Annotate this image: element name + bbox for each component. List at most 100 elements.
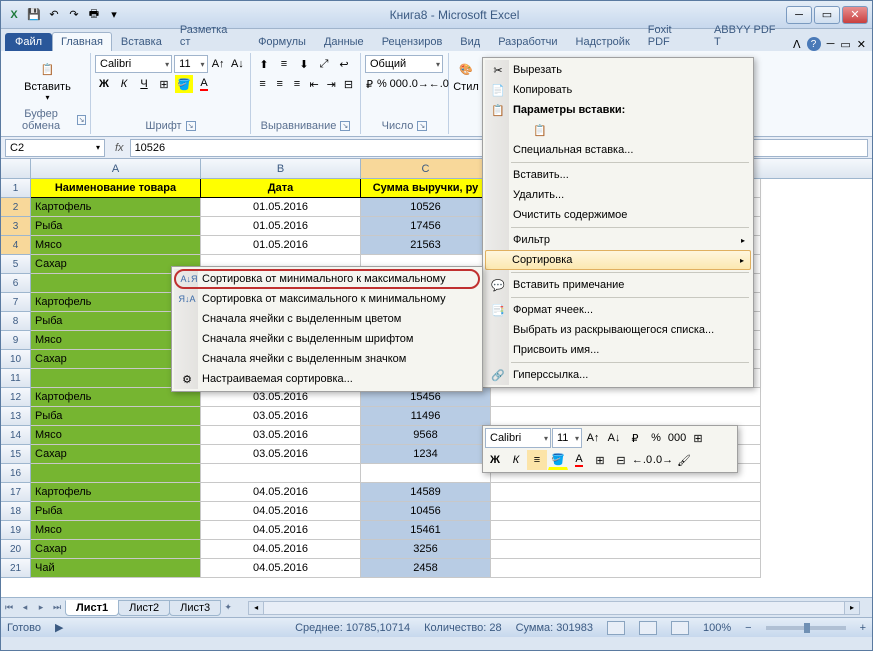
sort-ascending[interactable]: A↓ЯСортировка от минимального к максимал…	[174, 269, 480, 289]
row-header[interactable]: 14	[1, 426, 31, 445]
sheet-nav-first[interactable]: ⏮	[1, 600, 17, 616]
cell[interactable]: Рыба	[31, 502, 201, 521]
doc-close-icon[interactable]: ✕	[857, 38, 866, 51]
paste-button[interactable]: 📋 Вставить ▾	[9, 55, 86, 104]
row-header[interactable]: 19	[1, 521, 31, 540]
currency-icon[interactable]: ₽	[365, 75, 374, 93]
mini-format-icon[interactable]: ⊞	[688, 428, 708, 448]
qat-customize-icon[interactable]: ▾	[105, 6, 123, 24]
cell[interactable]	[491, 388, 761, 407]
sort-by-font-color[interactable]: Сначала ячейки с выделенным шрифтом	[174, 329, 480, 349]
ctx-paste-special[interactable]: Специальная вставка...	[485, 140, 751, 160]
mini-format-painter-icon[interactable]: 🖌	[674, 450, 694, 470]
shrink-font-icon[interactable]: A↓	[229, 55, 246, 73]
mini-currency-icon[interactable]: ₽	[625, 428, 645, 448]
row-header[interactable]: 10	[1, 350, 31, 369]
align-center-icon[interactable]: ≡	[272, 75, 287, 93]
number-format-combo[interactable]: Общий	[365, 55, 443, 73]
excel-icon[interactable]: X	[5, 6, 23, 24]
mini-borders-icon[interactable]: ⊞	[590, 450, 610, 470]
minimize-ribbon-icon[interactable]: ᐱ	[793, 38, 801, 51]
file-tab[interactable]: Файл	[5, 33, 52, 51]
ctx-paste-default[interactable]: 📋	[485, 120, 751, 140]
font-size-combo[interactable]: 11	[174, 55, 207, 73]
status-macro-icon[interactable]: ▶	[55, 621, 63, 634]
header-cell[interactable]: Наименование товара	[31, 179, 201, 198]
cell[interactable]: 1234	[361, 445, 491, 464]
ctx-insert-comment[interactable]: 💬Вставить примечание	[485, 275, 751, 295]
row-header[interactable]: 1	[1, 179, 31, 198]
name-box[interactable]: C2	[5, 139, 105, 157]
font-color-button[interactable]: A	[195, 75, 213, 93]
ctx-copy[interactable]: 📄Копировать	[485, 80, 751, 100]
cell[interactable]: Картофель	[31, 198, 201, 217]
tab-foxit[interactable]: Foxit PDF	[639, 20, 705, 51]
row-header[interactable]: 18	[1, 502, 31, 521]
row-header[interactable]: 13	[1, 407, 31, 426]
cell[interactable]: 10526	[361, 198, 491, 217]
merge-cells-icon[interactable]: ⊟	[341, 75, 356, 93]
sheet-nav-next[interactable]: ▸	[33, 600, 49, 616]
header-cell[interactable]: Сумма выручки, ру	[361, 179, 491, 198]
row-header[interactable]: 12	[1, 388, 31, 407]
row-header[interactable]: 7	[1, 293, 31, 312]
doc-minimize-icon[interactable]: ─	[827, 38, 835, 50]
cell[interactable]: Картофель	[31, 483, 201, 502]
font-launcher[interactable]: ↘	[186, 121, 196, 131]
sheet-nav-prev[interactable]: ◂	[17, 600, 33, 616]
cell[interactable]: 9568	[361, 426, 491, 445]
borders-button[interactable]: ⊞	[155, 75, 173, 93]
ctx-clear[interactable]: Очистить содержимое	[485, 205, 751, 225]
mini-bold-icon[interactable]: Ж	[485, 450, 505, 470]
cell[interactable]: Мясо	[31, 236, 201, 255]
ctx-format-cells[interactable]: 📑Формат ячеек...	[485, 300, 751, 320]
cell[interactable]: 03.05.2016	[201, 407, 361, 426]
cell[interactable]: 04.05.2016	[201, 559, 361, 578]
row-header[interactable]: 16	[1, 464, 31, 483]
align-middle-icon[interactable]: ≡	[275, 55, 293, 73]
cell[interactable]	[491, 483, 761, 502]
cell[interactable]	[361, 464, 491, 483]
cell[interactable]: 10456	[361, 502, 491, 521]
cell[interactable]	[491, 559, 761, 578]
cell[interactable]: 15461	[361, 521, 491, 540]
ctx-cut[interactable]: ✂Вырезать	[485, 60, 751, 80]
ctx-delete[interactable]: Удалить...	[485, 185, 751, 205]
col-header-c[interactable]: C	[361, 159, 491, 178]
cell[interactable]: 03.05.2016	[201, 445, 361, 464]
tab-addins[interactable]: Надстройк	[567, 32, 639, 51]
cell[interactable]: 04.05.2016	[201, 540, 361, 559]
increase-indent-icon[interactable]: ⇥	[324, 75, 339, 93]
sort-custom[interactable]: ⚙Настраиваемая сортировка...	[174, 369, 480, 389]
select-all-corner[interactable]	[1, 159, 31, 178]
sheet-nav-last[interactable]: ⏭	[49, 600, 65, 616]
italic-button[interactable]: К	[115, 75, 133, 93]
mini-fill-icon[interactable]: 🪣	[548, 450, 568, 470]
cell[interactable]: 11496	[361, 407, 491, 426]
tab-formulas[interactable]: Формулы	[249, 32, 315, 51]
mini-percent-icon[interactable]: %	[646, 428, 666, 448]
comma-icon[interactable]: 000	[390, 75, 408, 93]
cell[interactable]: Чай	[31, 559, 201, 578]
mini-dec-decimal-icon[interactable]: ←.0	[632, 450, 652, 470]
sheet-tab-2[interactable]: Лист2	[118, 600, 170, 616]
cell[interactable]: 21563	[361, 236, 491, 255]
cell[interactable]: Мясо	[31, 521, 201, 540]
row-header[interactable]: 3	[1, 217, 31, 236]
view-page-break-icon[interactable]	[671, 621, 689, 635]
view-normal-icon[interactable]	[607, 621, 625, 635]
row-header[interactable]: 2	[1, 198, 31, 217]
ctx-sort[interactable]: Сортировка▸	[485, 250, 751, 270]
wrap-text-icon[interactable]: ↩	[335, 55, 353, 73]
align-left-icon[interactable]: ≡	[255, 75, 270, 93]
row-header[interactable]: 11	[1, 369, 31, 388]
fill-color-button[interactable]: 🪣	[175, 75, 193, 93]
new-sheet-icon[interactable]: ✦	[220, 600, 236, 616]
percent-icon[interactable]: %	[376, 75, 388, 93]
mini-inc-decimal-icon[interactable]: .0→	[653, 450, 673, 470]
tab-page-layout[interactable]: Разметка ст	[171, 20, 249, 51]
ctx-pick-from-list[interactable]: Выбрать из раскрывающегося списка...	[485, 320, 751, 340]
ctx-filter[interactable]: Фильтр▸	[485, 230, 751, 250]
sheet-tab-3[interactable]: Лист3	[169, 600, 221, 616]
cell[interactable]: 01.05.2016	[201, 236, 361, 255]
